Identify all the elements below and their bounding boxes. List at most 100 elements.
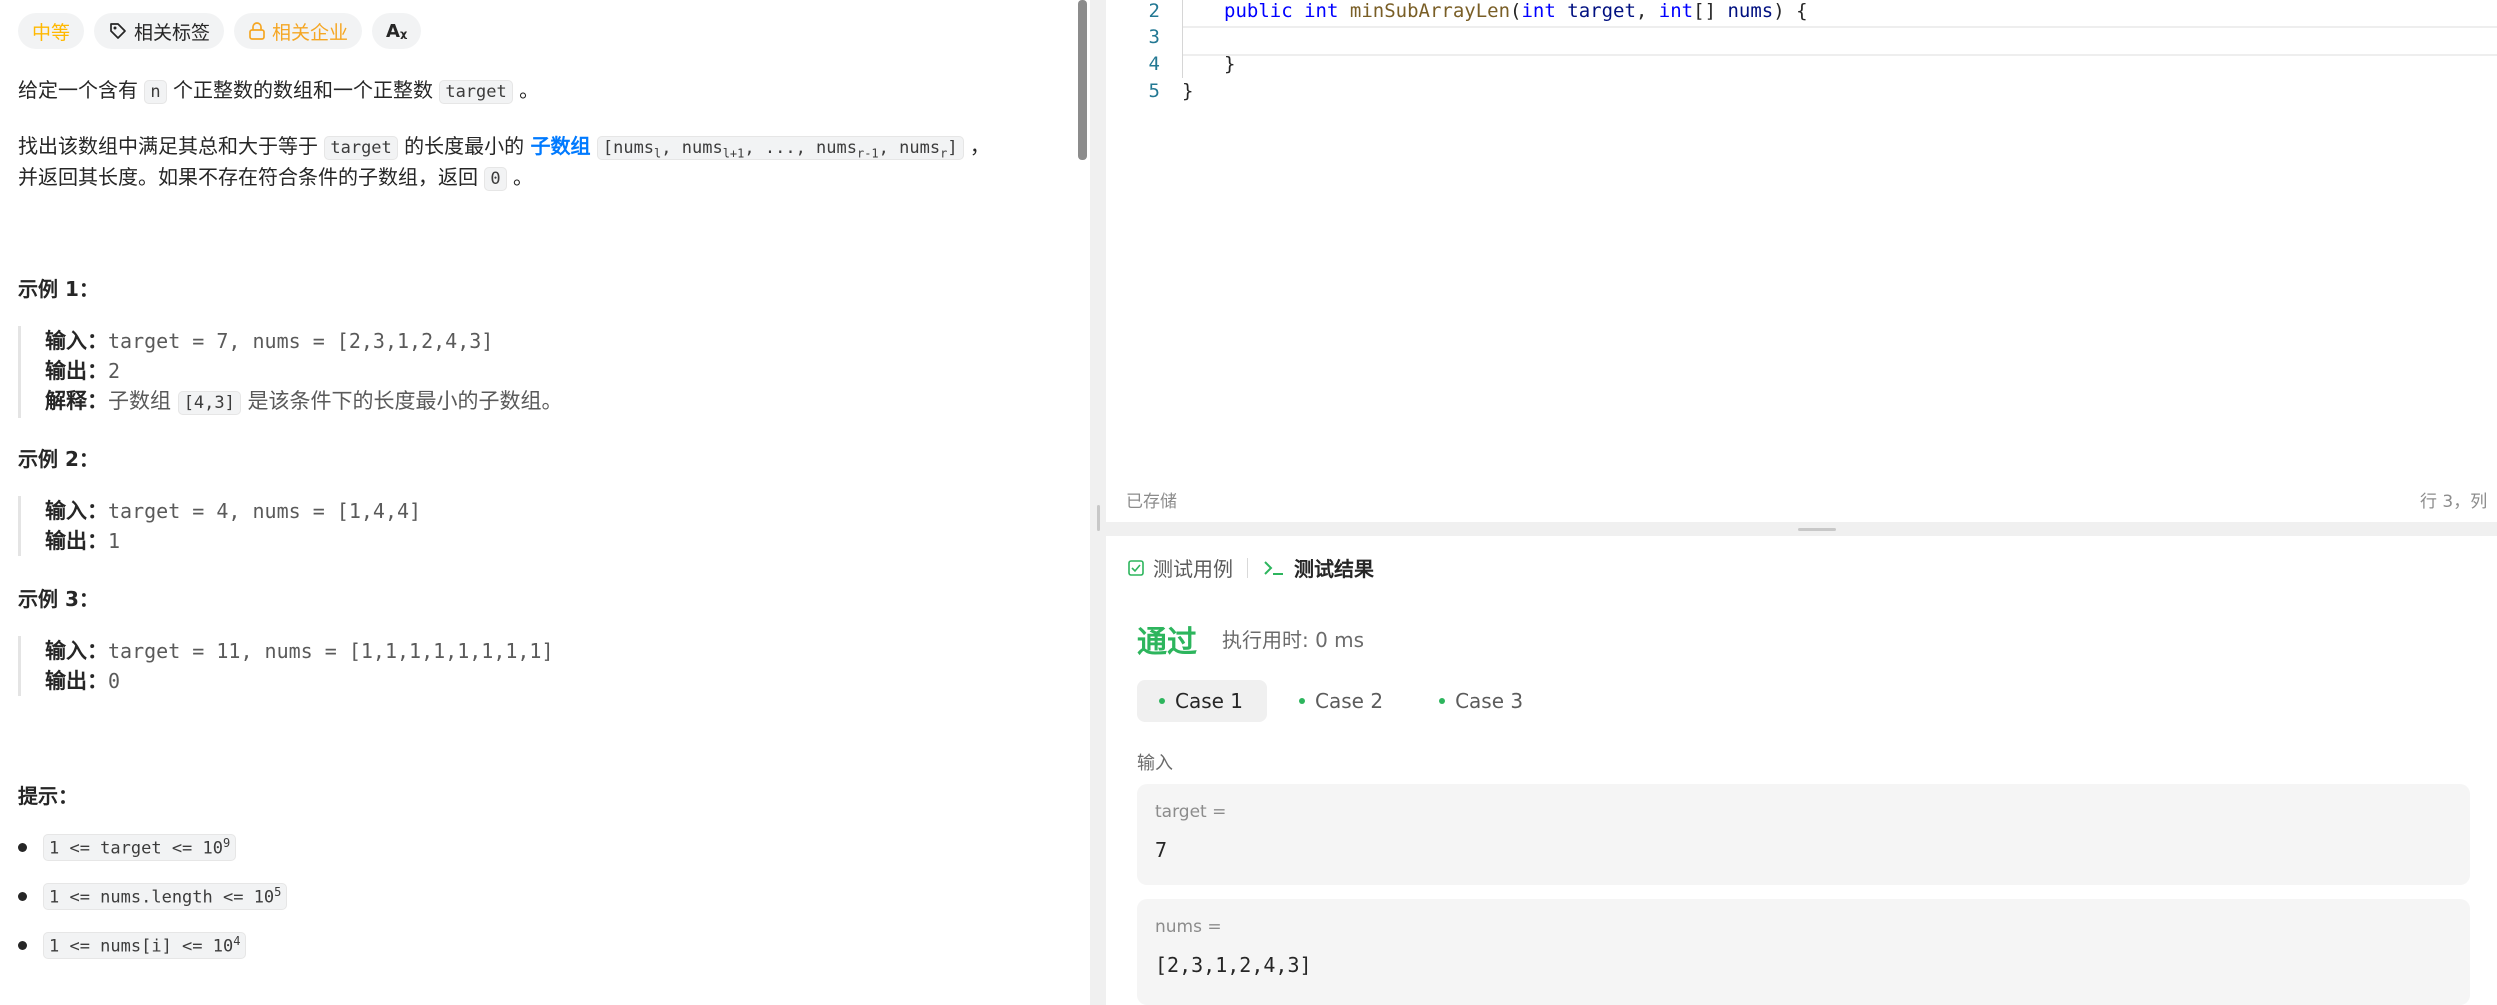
description-line-3: 并返回其长度。如果不存在符合条件的子数组，返回 0 。	[18, 161, 533, 195]
line-number: 3	[1148, 26, 1160, 48]
terminal-icon	[1264, 560, 1283, 575]
sup: 5	[274, 885, 282, 899]
sup: 9	[223, 836, 231, 850]
vertical-splitter[interactable]	[1090, 0, 1106, 1005]
input-field-target[interactable]: target = 7	[1137, 784, 2470, 885]
example-explanation: 解释：子数组 [4,3] 是该条件下的长度最小的子数组。	[45, 386, 563, 418]
case-tab-2[interactable]: Case 2	[1277, 680, 1407, 722]
example-input: 输入：target = 11, nums = [1,1,1,1,1,1,1,1]	[45, 636, 554, 666]
value: 1	[108, 529, 121, 553]
text: 1 <= nums.length <= 10	[49, 887, 275, 908]
param: target	[1567, 0, 1636, 22]
bullet	[18, 842, 27, 852]
case-tab-1[interactable]: Case 1	[1137, 680, 1268, 722]
example-1-title: 示例 1：	[18, 277, 99, 301]
text: 。	[506, 165, 533, 189]
text: [nums	[602, 138, 655, 158]
subarray-notation: [numsl, numsl+1, ..., numsr-1, numsr]	[596, 136, 964, 161]
runtime-text: 执行用时: 0 ms	[1222, 628, 1365, 652]
tag-row: 中等 相关标签 相关企业 Aᵪ	[18, 13, 422, 49]
tab-label: 测试结果	[1294, 557, 1374, 581]
label: 输出：	[45, 359, 108, 383]
keyword: public	[1224, 0, 1293, 22]
hint-item: 1 <= nums[i] <= 104	[18, 932, 247, 959]
cursor-position: 行 3，列	[2420, 492, 2488, 512]
bullet	[18, 891, 27, 901]
text: 1 <= target <= 10	[49, 838, 223, 859]
case-tab-3[interactable]: Case 3	[1417, 680, 1547, 722]
text: , nums	[661, 138, 723, 158]
code-line-5[interactable]: }	[1182, 80, 1193, 102]
example-3-title: 示例 3：	[18, 587, 99, 611]
example-input: 输入：target = 7, nums = [2,3,1,2,4,3]	[45, 326, 563, 356]
case-selector: Case 1 Case 2 Case 3	[1137, 680, 1547, 722]
punct: []	[1693, 0, 1728, 22]
translate-button[interactable]: Aᵪ	[372, 13, 422, 49]
checkbox-icon	[1128, 559, 1144, 576]
example-3-block: 输入：target = 11, nums = [1,1,1,1,1,1,1,1]…	[18, 636, 554, 696]
keyword: int	[1658, 0, 1694, 22]
splitter-grip-icon[interactable]	[1798, 528, 1836, 531]
text: 并返回其长度。如果不存在符合条件的子数组，返回	[18, 165, 485, 189]
description-line-1: 给定一个含有 n 个正整数的数组和一个正整数 target 。	[18, 74, 539, 108]
bullet	[18, 940, 27, 950]
line-number: 4	[1148, 53, 1160, 75]
subarray-link[interactable]: 子数组	[531, 134, 591, 158]
value: 0	[108, 669, 121, 693]
label: 输出：	[45, 669, 108, 693]
punct: ,	[1635, 0, 1659, 22]
label: 输入：	[45, 639, 108, 663]
tab-results[interactable]: 测试结果	[1262, 553, 1374, 582]
code-editor[interactable]	[1108, 0, 2497, 522]
field-value: 7	[1155, 838, 1168, 862]
text: 。	[512, 78, 540, 102]
punct: ) {	[1773, 0, 1808, 22]
text: 的长度最小的	[397, 134, 531, 158]
case-label: Case 3	[1455, 689, 1524, 713]
example-2-title: 示例 2：	[18, 447, 99, 471]
tab-testcases[interactable]: 测试用例	[1127, 553, 1233, 582]
function-name: minSubArrayLen	[1349, 0, 1511, 22]
punct: (	[1510, 0, 1522, 22]
related-tags-button[interactable]: 相关标签	[94, 13, 225, 49]
example-output: 输出：2	[45, 356, 563, 386]
pass-dot-icon	[1299, 698, 1306, 704]
label: 输入：	[45, 329, 108, 353]
related-companies-button[interactable]: 相关企业	[234, 13, 363, 49]
sub: r-1	[856, 146, 879, 161]
inline-code-zero: 0	[484, 167, 507, 191]
label: 输入：	[45, 499, 108, 523]
hint-code: 1 <= nums[i] <= 104	[43, 932, 247, 959]
tab-divider	[1247, 557, 1248, 578]
sup: 4	[233, 934, 241, 948]
code-line-4[interactable]: }	[1224, 53, 1235, 75]
inline-code-n: n	[144, 80, 167, 104]
lock-icon	[249, 22, 265, 40]
field-name: nums =	[1155, 917, 1222, 937]
text: 个正整数的数组和一个正整数	[166, 78, 440, 102]
text: , nums	[878, 138, 941, 158]
pass-dot-icon	[1159, 698, 1165, 704]
tab-label: 测试用例	[1153, 557, 1233, 581]
case-label: Case 1	[1175, 689, 1244, 713]
difficulty-badge: 中等	[18, 13, 85, 49]
keyword: int	[1304, 0, 1339, 22]
value: target = 7, nums = [2,3,1,2,4,3]	[108, 329, 494, 353]
inline-code-target: target	[324, 136, 398, 160]
example-input: 输入：target = 4, nums = [1,4,4]	[45, 496, 421, 526]
translate-icon: Aᵪ	[386, 20, 408, 42]
splitter-grip-icon[interactable]	[1097, 505, 1100, 531]
left-scrollbar[interactable]	[1078, 0, 1087, 160]
sub: l+1	[722, 146, 745, 161]
text: 找出该数组中满足其总和大于等于	[18, 134, 325, 158]
input-field-nums[interactable]: nums = [2,3,1,2,4,3]	[1137, 899, 2470, 1005]
code-line-2[interactable]: public int minSubArrayLen(int target, in…	[1224, 0, 1808, 22]
label: 输出：	[45, 529, 108, 553]
example-1-block: 输入：target = 7, nums = [2,3,1,2,4,3] 输出：2…	[18, 326, 563, 418]
example-output: 输出：0	[45, 666, 554, 696]
input-section-label: 输入	[1137, 753, 1173, 774]
value: target = 11, nums = [1,1,1,1,1,1,1,1]	[108, 639, 554, 663]
param: nums	[1727, 0, 1774, 22]
label: 解释：	[45, 389, 108, 413]
inline-code-target: target	[439, 80, 513, 104]
